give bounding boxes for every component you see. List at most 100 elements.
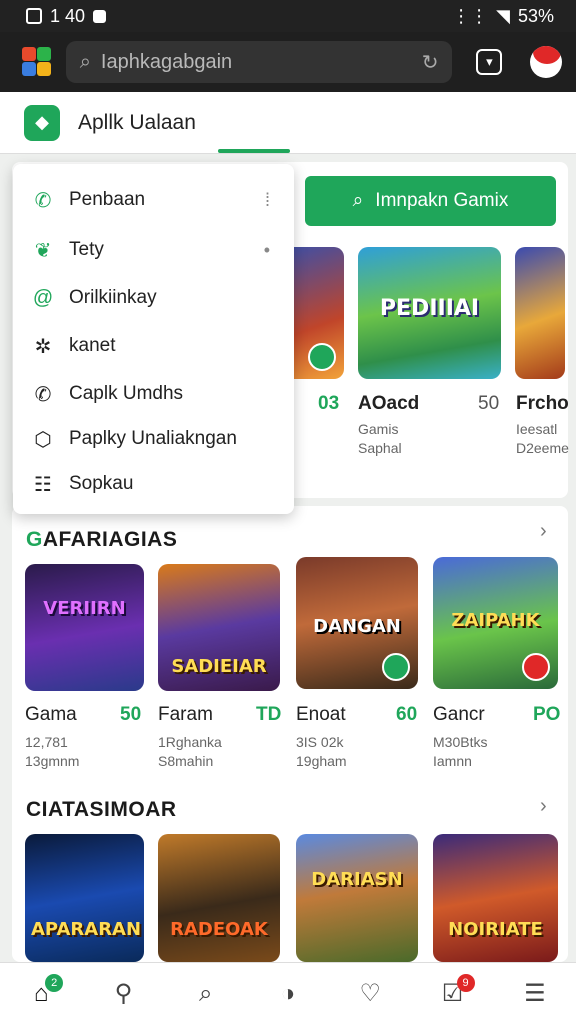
install-button-label: Imnpakn Gamix	[375, 190, 509, 211]
game-name[interactable]: Enoat	[296, 704, 346, 726]
top-app-bar: ⌕ Iaphkagabgain ↻ ▾	[0, 32, 576, 92]
search-icon: ⌕	[79, 50, 91, 73]
compass-icon: ◑	[280, 979, 296, 1007]
chevron-right-icon[interactable]: ›	[540, 795, 547, 818]
game-score: 03	[318, 393, 340, 414]
section-title[interactable]: GAFARIAGIAS	[26, 528, 177, 552]
game-meta: 3IS 02k	[296, 734, 344, 750]
store-logo-icon[interactable]	[20, 45, 54, 79]
game-banner-text: SADIEIAR	[171, 656, 267, 677]
battery-level: 53%	[517, 5, 554, 26]
menu-item-label: kanet	[69, 335, 116, 356]
game-banner-text: VERIIRN	[43, 598, 126, 619]
avatar[interactable]	[530, 46, 562, 78]
nav-downloads[interactable]: ☑ 9	[433, 973, 475, 1014]
game-name[interactable]: Gancr	[433, 704, 485, 726]
game-badge-icon	[308, 343, 336, 371]
game-name[interactable]: Frcho	[516, 393, 569, 415]
chevron-right-icon[interactable]: ›	[540, 520, 547, 543]
nav-home[interactable]: ⌂ 2	[21, 973, 64, 1014]
app-diamond-icon[interactable]: ◆	[24, 104, 60, 141]
magnifier-icon: ⌕	[198, 979, 213, 1007]
nav-games[interactable]: ◑	[268, 974, 308, 1014]
game-banner-text: RADEOAK	[170, 919, 268, 940]
game-badge-icon	[522, 653, 550, 681]
search-icon: ⚲	[114, 980, 133, 1007]
search-icon: ⌕	[352, 190, 364, 211]
game-tile[interactable]: DARIASN	[296, 834, 418, 962]
gear-icon: ✲	[34, 335, 52, 358]
menu-item[interactable]: ✲ kanet	[13, 324, 294, 368]
game-tile[interactable]: PEDIIIAI	[358, 247, 501, 379]
menu-item[interactable]: ❦ Tety •	[13, 228, 294, 272]
game-meta: 1Rghanka	[158, 734, 222, 750]
game-tile[interactable]: RADEOAK	[158, 834, 280, 962]
game-meta: Gamis	[358, 421, 399, 437]
game-banner-text: DANGAN	[313, 616, 401, 637]
page-title: Apllk Ualaan	[78, 110, 196, 134]
clipboard-icon: ☷	[34, 473, 52, 496]
game-tile[interactable]	[515, 247, 565, 379]
nav-explore[interactable]: ⌕	[186, 974, 226, 1014]
game-score: 50	[120, 704, 142, 725]
phone-outline-icon: ✆	[34, 383, 52, 406]
game-meta: 19gham	[296, 753, 347, 769]
game-name[interactable]: Gama	[25, 704, 77, 726]
phone-icon: ✆	[34, 189, 52, 212]
game-meta: Saphal	[358, 440, 402, 456]
menu-item[interactable]: ⬡ Paplky Unaliakngan	[13, 417, 294, 461]
game-score: 60	[396, 704, 418, 725]
game-tile[interactable]: NOIRIATE	[433, 834, 558, 962]
status-left: 1 40	[26, 5, 107, 27]
game-score: PO	[533, 704, 561, 725]
game-score: 50	[478, 393, 500, 414]
game-banner-text: APARARAN	[31, 919, 142, 940]
status-bar: 1 40 ⋮⋮ ◥ 53%	[0, 0, 576, 32]
game-name[interactable]: AOacd	[358, 393, 419, 415]
nav-favorites[interactable]: ♡	[350, 974, 390, 1014]
game-meta: S8mahin	[158, 753, 214, 769]
search-input[interactable]: Iaphkagabgain	[101, 51, 422, 74]
game-badge-icon	[382, 653, 410, 681]
heart-icon: ♡	[359, 980, 382, 1007]
leaf-icon: ❦	[34, 239, 52, 262]
menu-item-label: Tety	[69, 239, 104, 260]
camera-icon: ⬡	[34, 428, 52, 451]
game-tile[interactable]: ZAIPAHK	[433, 557, 558, 689]
menu-item[interactable]: ☷ Sopkau	[13, 462, 294, 506]
refresh-icon[interactable]: ↻	[422, 50, 439, 75]
game-score: TD	[256, 704, 282, 725]
status-time: 1 40	[50, 5, 86, 26]
section-title[interactable]: CIATASIMOAR	[26, 798, 177, 822]
menu-item-label: Sopkau	[69, 473, 134, 494]
download-icon[interactable]: ▾	[476, 49, 503, 75]
app-header: ◆ Apllk Ualaan	[0, 92, 576, 154]
signal-icon: ⋮⋮	[452, 5, 489, 26]
install-games-button[interactable]: ⌕ Imnpakn Gamix	[305, 176, 556, 226]
nav-search[interactable]: ⚲	[103, 974, 143, 1014]
game-tile[interactable]: DANGAN	[296, 557, 418, 689]
bottom-navigation: ⌂ 2 ⚲ ⌕ ◑ ♡ ☑ 9 ☰	[0, 962, 576, 1024]
game-name[interactable]: Faram	[158, 704, 213, 726]
status-right: ⋮⋮ ◥ 53%	[452, 6, 554, 27]
game-tile[interactable]: SADIEIAR	[158, 564, 280, 691]
menu-item[interactable]: ✆ Caplk Umdhs	[13, 372, 294, 416]
game-tile[interactable]: VERIIRN	[25, 564, 144, 691]
game-banner-text: DARIASN	[311, 869, 403, 890]
more-icon[interactable]: ⁞	[265, 190, 270, 211]
nav-menu[interactable]: ☰	[515, 974, 555, 1014]
menu-item[interactable]: ✆ Penbaan ⁞	[13, 178, 294, 222]
game-meta: M30Btks	[433, 734, 488, 750]
dropdown-menu: ✆ Penbaan ⁞ ❦ Tety • @ Orilkiinkay ✲ kan…	[13, 164, 294, 514]
notification-badge: 9	[456, 973, 475, 992]
menu-item[interactable]: @ Orilkiinkay	[13, 276, 294, 320]
game-meta: Ieesatl	[516, 421, 558, 437]
game-tile[interactable]: APARARAN	[25, 834, 144, 962]
notification-icon	[26, 8, 42, 24]
wifi-icon: ◥	[496, 5, 510, 26]
menu-item-label: Penbaan	[69, 189, 146, 210]
notification-badge: 2	[45, 973, 64, 992]
search-bar[interactable]: ⌕ Iaphkagabgain ↻	[65, 41, 453, 83]
menu-item-label: Orilkiinkay	[69, 287, 157, 308]
game-meta: Iamnn	[433, 753, 472, 769]
